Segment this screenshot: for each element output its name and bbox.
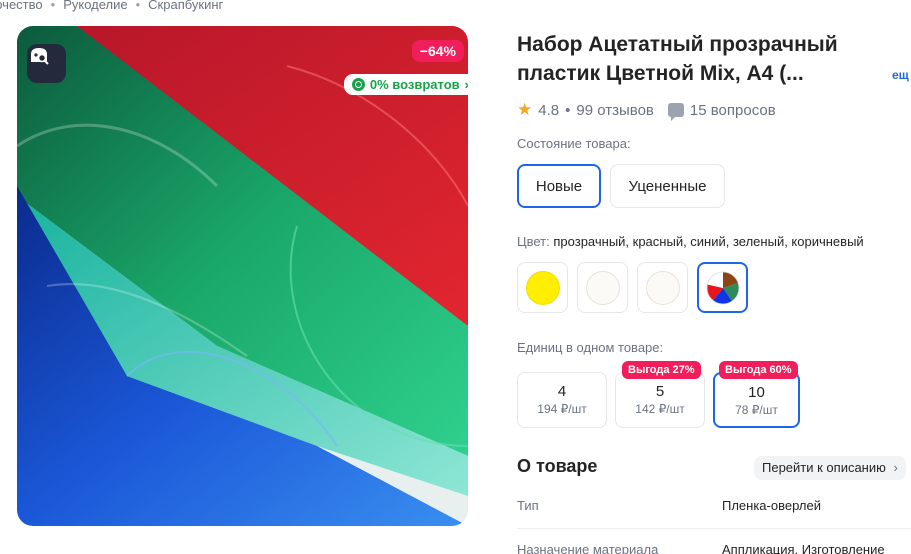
- discount-badge: −64%: [411, 40, 464, 62]
- spec-key: Тип: [517, 498, 539, 513]
- breadcrumb-item[interactable]: Скрапбукинг: [148, 0, 223, 12]
- condition-used-button[interactable]: Уцененные: [610, 164, 725, 208]
- unit-option-5[interactable]: 5 142 ₽/шт: [615, 372, 705, 428]
- swatch-dot: [645, 270, 680, 305]
- star-icon: ★: [517, 100, 533, 119]
- spec-value: Аппликация, Изготовление: [722, 542, 885, 554]
- units-label: Единиц в одном товаре:: [517, 340, 664, 355]
- unit-option-10[interactable]: 10 78 ₽/шт: [713, 372, 800, 428]
- more-link[interactable]: ещ: [892, 68, 909, 82]
- unit-count: 5: [655, 383, 665, 400]
- unit-count: 4: [557, 383, 567, 400]
- product-image[interactable]: −64% 0% возвратов ›: [17, 26, 468, 526]
- unit-count: 10: [748, 384, 765, 401]
- rating-row: ★ 4.8 • 99 отзывов 15 вопросов: [517, 100, 776, 121]
- spec-value: Пленка-оверлей: [722, 498, 821, 513]
- product-photo: [17, 26, 468, 526]
- visual-search-icon: [31, 48, 49, 65]
- spec-key: Назначение материала: [517, 542, 659, 554]
- returns-label: 0% возвратов: [369, 77, 460, 92]
- returns-icon: [351, 78, 365, 91]
- go-to-description-label: Перейти к описанию: [762, 460, 886, 475]
- questions-link[interactable]: 15 вопросов: [690, 102, 776, 119]
- color-value: прозрачный, красный, синий, зеленый, кор…: [553, 234, 864, 249]
- product-title: Набор Ацетатный прозрачный пластик Цветн…: [517, 33, 838, 85]
- unit-price: 78 ₽/шт: [735, 403, 778, 417]
- benefit-badge: Выгода 27%: [622, 361, 701, 379]
- returns-badge[interactable]: 0% возвратов ›: [343, 74, 468, 95]
- benefit-badge: Выгода 60%: [719, 361, 798, 379]
- reviews-link[interactable]: 99 отзывов: [576, 102, 654, 119]
- swatch-dot: [585, 270, 620, 305]
- color-swatch-mix[interactable]: [697, 262, 748, 313]
- chevron-right-icon: ›: [465, 77, 468, 92]
- breadcrumb: орчество • Рукоделие • Скрапбукинг: [0, 0, 223, 12]
- swatch-dot: [525, 270, 560, 305]
- color-label-text: Цвет:: [517, 234, 550, 249]
- breadcrumb-item[interactable]: орчество: [0, 0, 43, 12]
- color-swatch-offwhite[interactable]: [637, 262, 688, 313]
- visual-search-button[interactable]: [27, 44, 66, 83]
- multicolor-swatch-icon: [706, 271, 739, 304]
- rating-value: 4.8: [538, 101, 560, 119]
- condition-label: Состояние товара:: [517, 136, 631, 151]
- breadcrumb-item[interactable]: Рукоделие: [63, 0, 127, 12]
- question-icon: [667, 103, 684, 121]
- unit-price: 142 ₽/шт: [635, 402, 685, 416]
- go-to-description-button[interactable]: Перейти к описанию ›: [754, 456, 906, 480]
- color-label: Цвет: прозрачный, красный, синий, зелены…: [517, 234, 864, 249]
- chevron-right-icon: ›: [893, 460, 898, 475]
- about-title: О товаре: [517, 456, 598, 476]
- condition-new-button[interactable]: Новые: [517, 164, 601, 208]
- spec-divider: [517, 528, 911, 529]
- rating-separator: •: [565, 101, 571, 119]
- color-swatch-yellow[interactable]: [517, 262, 568, 313]
- color-swatch-offwhite[interactable]: [577, 262, 628, 313]
- unit-option-4[interactable]: 4 194 ₽/шт: [517, 372, 607, 428]
- unit-price: 194 ₽/шт: [537, 402, 587, 416]
